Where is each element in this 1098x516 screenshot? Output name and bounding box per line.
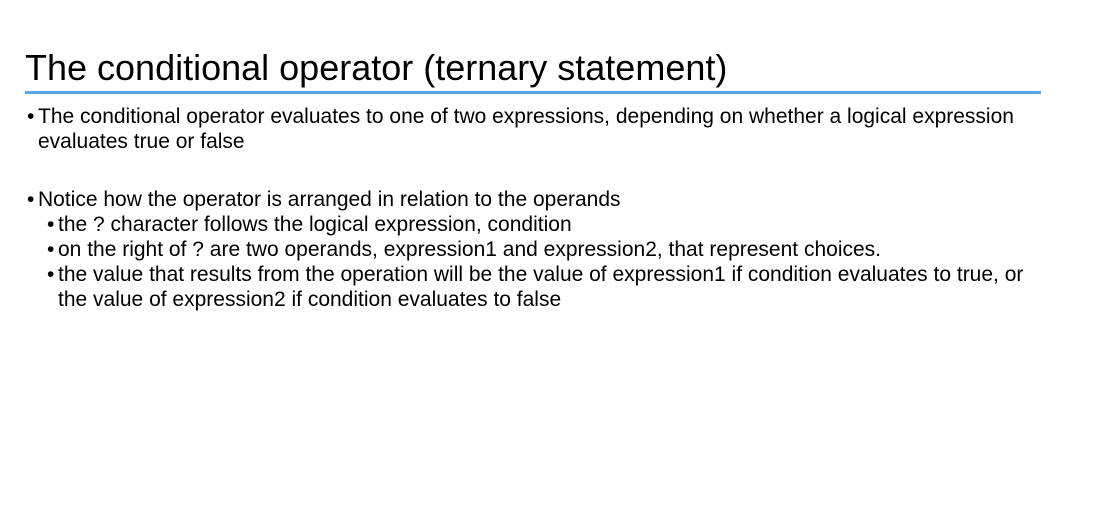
title-underline	[25, 91, 1041, 94]
sub-bullet-item: • on the right of ? are two operands, ex…	[45, 237, 1035, 262]
bullet-dot-icon: •	[27, 105, 35, 128]
bullet-text: on the right of ? are two operands, expr…	[58, 238, 881, 261]
sub-bullet-item: • the value that results from the operat…	[45, 262, 1035, 312]
bullet-item: • Notice how the operator is arranged in…	[25, 187, 1035, 212]
slide-content: • The conditional operator evaluates to …	[25, 104, 1035, 312]
bullet-text: Notice how the operator is arranged in r…	[38, 188, 621, 211]
bullet-dot-icon: •	[47, 213, 55, 236]
sub-bullet-item: • the ? character follows the logical ex…	[45, 212, 1035, 237]
bullet-item: • The conditional operator evaluates to …	[25, 104, 1035, 154]
bullet-text: the ? character follows the logical expr…	[58, 213, 572, 236]
slide-title: The conditional operator (ternary statem…	[25, 47, 728, 88]
bullet-text: the value that results from the operatio…	[58, 263, 1024, 311]
bullet-spacer	[25, 154, 1035, 187]
bullet-dot-icon: •	[47, 263, 55, 286]
bullet-dot-icon: •	[47, 238, 55, 261]
bullet-dot-icon: •	[27, 188, 35, 211]
slide: The conditional operator (ternary statem…	[0, 0, 1098, 516]
bullet-text: The conditional operator evaluates to on…	[38, 105, 1014, 153]
